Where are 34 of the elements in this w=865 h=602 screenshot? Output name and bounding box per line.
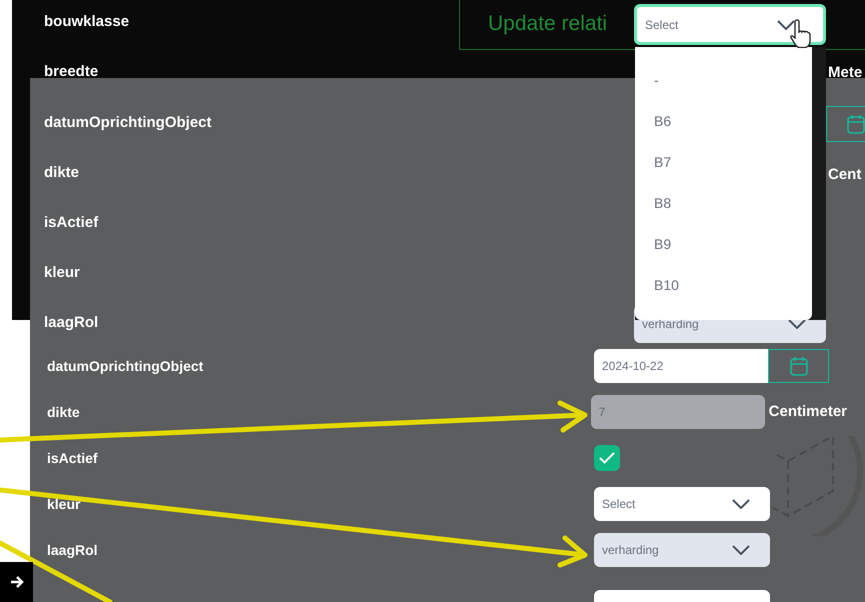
arrow-key[interactable] [0,562,33,602]
field-label: datumOprichtingObject [47,356,204,376]
field-label: isActief [44,213,100,233]
calendar-button[interactable] [768,349,829,383]
unit-label: Centimeter [768,402,847,422]
field-label: isActief [47,448,99,468]
dropdown-option[interactable]: B8 [654,193,812,214]
field-label: kleur [47,494,82,514]
field-label: bouwklasse [44,12,130,32]
chevron-down-icon [788,319,806,329]
field-label: breedte [44,62,100,82]
field-label: datumOprichtingObject [44,113,212,133]
arrow-right-icon [8,574,24,590]
dropdown-option[interactable]: B7 [654,152,812,173]
field-label: dikte [47,402,81,422]
chevron-down-icon [732,545,750,555]
checkbox[interactable] [594,445,620,471]
calendar-icon [790,356,808,376]
dropdown-option[interactable]: B6 [654,111,812,132]
unit-label: Mete [828,63,862,83]
chevron-down-icon [777,20,795,30]
unit-label: Cent [828,165,862,185]
field-label: laagRol [44,313,100,333]
chevron-down-icon [732,499,750,509]
dropdown-option[interactable]: B9 [654,234,812,255]
field-label: dikte [44,163,80,183]
dropdown-option[interactable]: B10 [654,275,812,296]
field-label: kleur [44,263,81,283]
select-field[interactable]: Select [594,487,770,521]
dropdown-option[interactable]: - [654,70,812,91]
check-icon [599,452,615,464]
field-label: laagRol [47,540,99,560]
date-field[interactable]: 2024-10-22 [594,349,768,383]
select-field[interactable]: Select [634,4,826,45]
